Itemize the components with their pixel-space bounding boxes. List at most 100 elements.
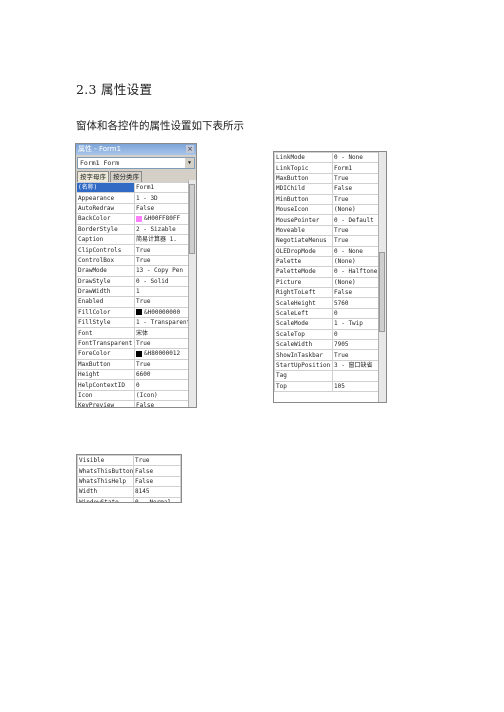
tab-alphabetic[interactable]: 按字母序 — [77, 171, 109, 182]
property-row[interactable]: WindowState 0 - Normal — [77, 496, 181, 502]
property-value[interactable]: 0 - Solid — [134, 275, 196, 287]
property-row[interactable]: BackColor &H00FF80FF — [76, 213, 196, 225]
property-value-text: 1 - 3D — [136, 194, 158, 202]
property-name: ForeColor — [76, 348, 135, 360]
property-row[interactable]: DrawWidth 1 — [76, 285, 196, 298]
property-value[interactable]: True — [134, 358, 196, 371]
property-value[interactable]: 简易计算器 1. — [134, 233, 196, 246]
property-row[interactable]: KeyPreview False — [76, 400, 196, 407]
property-value[interactable]: 1 — [134, 285, 196, 298]
property-value-text: 简易计算器 1. — [136, 236, 177, 244]
scrollbar[interactable] — [378, 152, 386, 402]
property-row[interactable]: FillColor &H00000000 — [76, 306, 196, 319]
property-row[interactable]: ScaleTop 0 — [274, 328, 386, 341]
chevron-down-icon[interactable]: ▼ — [185, 158, 194, 168]
property-row[interactable]: WhatsThisButton False — [77, 465, 181, 477]
property-value[interactable]: True — [134, 254, 196, 267]
property-row[interactable]: Enabled True — [76, 296, 196, 308]
property-row[interactable]: Height 6600 — [76, 369, 196, 381]
property-row[interactable]: MinButton True — [274, 193, 386, 205]
object-selector[interactable]: Form1 Form ▼ — [77, 157, 195, 169]
property-row[interactable]: MDIChild False — [274, 183, 386, 195]
property-value[interactable]: 0 — [134, 379, 196, 391]
property-value[interactable]: 2 - Sizable — [134, 223, 196, 235]
property-row[interactable]: PaletteMode 0 - Halftone — [274, 266, 386, 278]
property-row[interactable]: DrawMode 13 - Copy Pen — [76, 265, 196, 277]
property-value-text: True — [334, 351, 349, 359]
property-row[interactable]: (名称) Form1 — [76, 181, 196, 194]
property-row[interactable]: BorderStyle 2 - Sizable — [76, 223, 196, 235]
property-row[interactable]: ScaleMode 1 - Twip — [274, 318, 386, 330]
scrollbar[interactable] — [188, 180, 196, 407]
property-value[interactable]: &H00000000 — [134, 306, 196, 319]
property-value-text: True — [136, 298, 151, 306]
property-row[interactable]: OLEDropMode 0 - None — [274, 245, 386, 257]
property-row[interactable]: HelpContextID 0 — [76, 379, 196, 391]
property-row[interactable]: Caption 简易计算器 1. — [76, 233, 196, 246]
property-row[interactable]: AutoRedraw False — [76, 202, 196, 215]
property-value[interactable]: False — [133, 465, 181, 477]
property-row[interactable]: LinkTopic Form1 — [274, 162, 386, 174]
property-row[interactable]: ClipControls True — [76, 244, 196, 256]
property-value[interactable]: 宋体 — [134, 327, 196, 339]
property-value[interactable]: True — [133, 455, 181, 467]
property-row[interactable]: WhatsThisHelp False — [77, 475, 181, 488]
property-name: RightToLeft — [274, 287, 333, 299]
property-value-text: False — [136, 204, 155, 212]
property-row[interactable]: Appearance 1 - 3D — [76, 192, 196, 204]
property-row[interactable]: MouseIcon (None) — [274, 203, 386, 216]
property-row[interactable]: FillStyle 1 - Transparent — [76, 317, 196, 329]
property-row[interactable]: LinkMode 0 - None — [274, 152, 386, 164]
property-row[interactable]: ScaleWidth 7905 — [274, 339, 386, 351]
property-row[interactable]: Palette (None) — [274, 255, 386, 268]
property-name: Icon — [76, 389, 135, 402]
property-value[interactable]: 1 - 3D — [134, 192, 196, 204]
property-value[interactable]: 6600 — [134, 369, 196, 381]
property-row[interactable]: ScaleHeight 5760 — [274, 297, 386, 309]
property-row[interactable]: Top 105 — [274, 380, 386, 393]
property-value[interactable]: &H00FF80FF — [134, 213, 196, 225]
property-value[interactable]: False — [134, 202, 196, 215]
property-name: Enabled — [76, 296, 135, 308]
property-row[interactable]: Visible True — [77, 455, 181, 467]
property-row[interactable]: Icon (Icon) — [76, 389, 196, 402]
property-row[interactable]: ShowInTaskbar True — [274, 349, 386, 361]
scrollbar-thumb[interactable] — [379, 252, 385, 332]
property-row[interactable]: MaxButton True — [76, 358, 196, 371]
property-value[interactable]: True — [134, 244, 196, 256]
property-row[interactable]: RightToLeft False — [274, 287, 386, 299]
property-row[interactable]: Moveable True — [274, 224, 386, 237]
property-row[interactable]: DrawStyle 0 - Solid — [76, 275, 196, 287]
property-row[interactable]: ScaleLeft 0 — [274, 307, 386, 320]
property-value[interactable]: False — [133, 475, 181, 488]
property-row[interactable]: Width 8145 — [77, 486, 181, 498]
property-value[interactable]: &H80000012 — [134, 348, 196, 360]
property-value-text: False — [334, 289, 353, 297]
property-row[interactable]: MousePointer 0 - Default — [274, 214, 386, 226]
property-value[interactable]: False — [134, 400, 196, 407]
property-value[interactable]: True — [134, 296, 196, 308]
properties-title: 属性 - Form1 — [78, 145, 122, 153]
property-value[interactable]: True — [134, 337, 196, 350]
property-value[interactable]: Form1 — [134, 181, 196, 194]
tab-categorized[interactable]: 按分类序 — [110, 171, 142, 182]
property-row[interactable]: ForeColor &H80000012 — [76, 348, 196, 360]
scrollbar-thumb[interactable] — [189, 184, 195, 254]
property-name: MDIChild — [274, 183, 333, 195]
property-row[interactable]: Tag — [274, 370, 386, 382]
property-row[interactable]: FontTransparent True — [76, 337, 196, 350]
property-value[interactable]: 13 - Copy Pen — [134, 265, 196, 277]
property-row[interactable]: StartUpPosition 3 - 窗口缺省 — [274, 359, 386, 372]
property-row[interactable]: NegotiateMenus True — [274, 235, 386, 247]
property-name: OLEDropMode — [274, 245, 333, 257]
property-row[interactable]: Picture (None) — [274, 276, 386, 289]
property-row[interactable]: MaxButton True — [274, 172, 386, 185]
property-value[interactable]: 1 - Transparent — [134, 317, 196, 329]
property-value[interactable]: 8145 — [133, 486, 181, 498]
property-row[interactable]: ControlBox True — [76, 254, 196, 267]
property-value[interactable]: 0 - Normal — [133, 496, 181, 502]
property-name: BorderStyle — [76, 223, 135, 235]
close-icon[interactable]: × — [186, 145, 194, 153]
property-row[interactable]: Font 宋体 — [76, 327, 196, 339]
property-value[interactable]: (Icon) — [134, 389, 196, 402]
